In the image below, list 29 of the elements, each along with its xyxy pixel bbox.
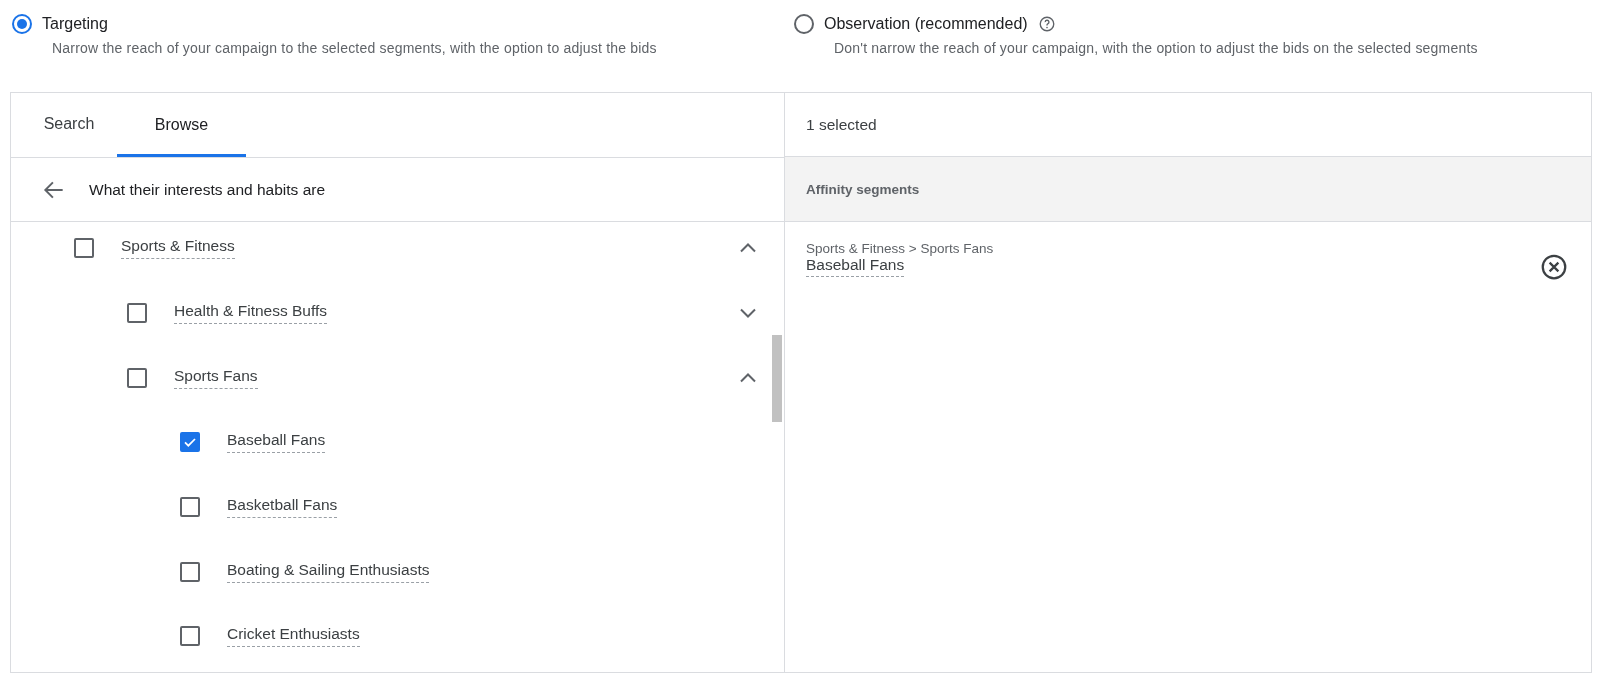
segment-label: Health & Fitness Buffs — [174, 302, 328, 325]
group-header: Affinity segments — [785, 157, 1591, 222]
selected-segment: Baseball Fans — [806, 256, 905, 277]
segment-label: Boating & Sailing Enthusiasts — [227, 560, 430, 583]
checkbox[interactable] — [127, 303, 147, 324]
radio-button[interactable] — [794, 14, 814, 34]
tab[interactable]: Search — [21, 93, 117, 157]
checkbox[interactable] — [74, 238, 94, 259]
remove-icon[interactable] — [1539, 252, 1569, 282]
checkbox[interactable] — [127, 367, 147, 388]
checkbox[interactable] — [180, 432, 200, 453]
segment-label: Cricket Enthusiasts — [227, 625, 360, 648]
radio-label: Observation (recommended) — [824, 15, 1028, 33]
checkbox[interactable] — [180, 497, 200, 518]
segment-label: Basketball Fans — [227, 496, 338, 519]
tab[interactable]: Browse — [117, 93, 246, 157]
checkbox[interactable] — [180, 626, 200, 647]
segment-label: Sports Fans — [174, 366, 258, 389]
help-icon[interactable] — [1037, 15, 1056, 33]
breadcrumb-title: What their interests and habits are — [89, 180, 326, 199]
option-description: Don't narrow the reach of your campaign, with the option to adjust the bids on the selected segments — [834, 40, 1479, 56]
radio-button[interactable] — [12, 14, 32, 34]
option-description: Narrow the reach of your campaign to the selected segments, with the option to adjust the bids — [52, 40, 658, 56]
segment-label: Sports & Fitness — [121, 237, 235, 260]
segment-label: Baseball Fans — [227, 431, 326, 454]
segment-path: Sports & Fitness > Sports Fans — [806, 241, 994, 256]
scrollbar-thumb[interactable] — [772, 335, 782, 422]
radio-label: Targeting — [42, 15, 108, 33]
checkbox[interactable] — [180, 561, 200, 582]
